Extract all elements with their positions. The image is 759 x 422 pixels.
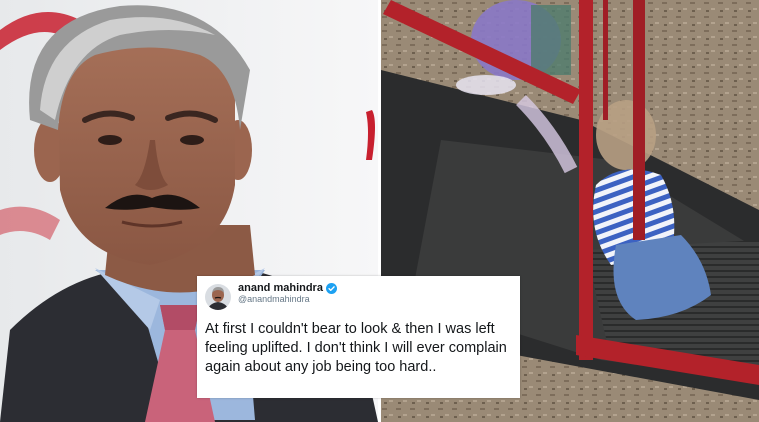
tweet-text: At first I couldn't bear to look & then … xyxy=(205,321,507,375)
author-handle[interactable]: @anandmahindra xyxy=(238,294,337,305)
tweet-header: anand mahindra @anandmahindra xyxy=(205,282,512,314)
tweet-card[interactable]: anand mahindra @anandmahindra At first I… xyxy=(197,276,520,398)
profile-avatar[interactable] xyxy=(205,284,231,310)
author-display-name[interactable]: anand mahindra xyxy=(238,282,323,294)
verified-badge-icon xyxy=(325,282,337,294)
tweet-author: anand mahindra @anandmahindra xyxy=(238,282,337,305)
